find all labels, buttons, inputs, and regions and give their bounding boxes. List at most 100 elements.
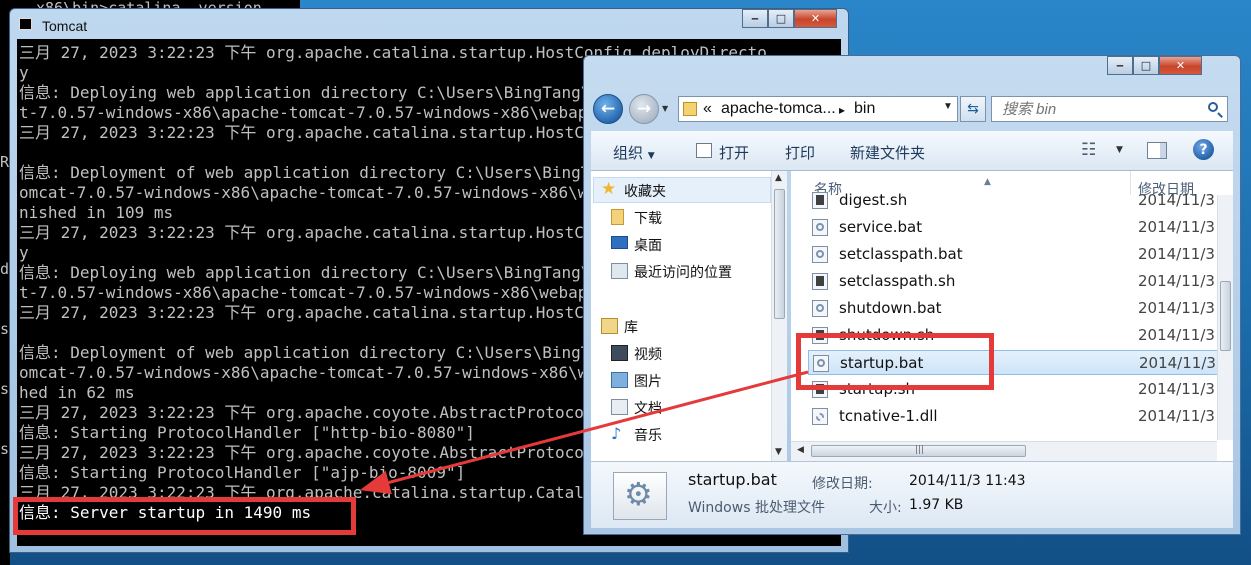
console-line: y — [19, 243, 29, 262]
close-button[interactable]: ✕ — [794, 9, 837, 28]
downloads-folder-icon — [611, 209, 624, 225]
nav-item-music[interactable]: ♪ 音乐 — [611, 424, 662, 445]
file-name: setclasspath.bat — [839, 245, 963, 263]
console-titlebar[interactable]: Tomcat — [10, 9, 848, 39]
file-vertical-scrollbar[interactable] — [1217, 195, 1233, 440]
nav-item-label: 音乐 — [634, 428, 662, 444]
view-dropdown-icon[interactable]: ▼ — [1116, 145, 1123, 155]
file-name: service.bat — [839, 218, 923, 236]
nav-scrollbar[interactable]: ▲ ▼ — [771, 171, 787, 461]
maximize-button[interactable]: □ — [768, 9, 794, 28]
console-line: 信息: Starting ProtocolHandler ["http-bio-… — [19, 423, 475, 442]
background-console-letter: s — [0, 380, 10, 398]
breadcrumb-bin[interactable]: bin — [854, 100, 875, 118]
navigation-pane: ★ 收藏夹 下载 桌面 最近访问的位置 库 视频 图片 文档 ♪ 音乐 ▲ ▼ — [591, 171, 787, 461]
console-line: 信息: Starting ProtocolHandler ["ajp-bio-8… — [19, 463, 466, 482]
breadcrumb-overflow[interactable]: « — [703, 100, 712, 118]
batch-file-icon — [812, 219, 828, 236]
refresh-button[interactable]: ⇆ — [960, 96, 986, 122]
open-button[interactable]: 打开 — [719, 142, 749, 163]
details-pane: startup.bat Windows 批处理文件 修改日期: 2014/11/… — [591, 461, 1233, 528]
background-console-letter: R — [0, 153, 10, 171]
search-input[interactable] — [992, 97, 1202, 121]
file-horizontal-scrollbar[interactable]: ◀ ||| — [791, 441, 1217, 461]
recent-pages-chevron-icon[interactable]: ▼ — [662, 104, 668, 113]
minimize-button[interactable]: ‒ — [742, 9, 768, 28]
nav-item-documents[interactable]: 文档 — [611, 398, 662, 418]
address-dropdown-icon[interactable]: ▼ — [943, 101, 953, 112]
new-folder-button[interactable]: 新建文件夹 — [850, 142, 925, 163]
organize-label: 组织 — [613, 144, 644, 162]
nav-item-favorites[interactable]: ★ 收藏夹 — [601, 179, 666, 201]
dll-file-icon — [812, 408, 828, 425]
star-icon: ★ — [601, 179, 617, 199]
documents-icon — [611, 399, 628, 415]
address-bar[interactable]: « apache-tomca... ▸ bin ▼ — [678, 96, 958, 122]
print-button[interactable]: 打印 — [785, 142, 815, 163]
file-row[interactable]: digest.sh 2014/11/3 — [808, 188, 1218, 213]
console-line: 三月 27, 2023 3:22:23 下午 org.apache.coyote… — [19, 403, 652, 422]
nav-item-downloads[interactable]: 下载 — [611, 208, 662, 228]
batch-file-icon — [812, 300, 828, 317]
detail-modified-value: 2014/11/3 11:43 — [909, 473, 1026, 489]
file-name: tcnative-1.dll — [839, 407, 938, 425]
nav-item-label: 最近访问的位置 — [634, 265, 732, 281]
forward-button[interactable]: → — [629, 94, 659, 124]
explorer-window-controls: ‒ □ ✕ — [1107, 56, 1202, 76]
file-date: 2014/11/3 — [1138, 272, 1215, 290]
close-button[interactable]: ✕ — [1159, 56, 1202, 75]
file-name: digest.sh — [839, 191, 908, 209]
file-row[interactable]: tcnative-1.dll 2014/11/3 — [808, 404, 1218, 429]
console-title: Tomcat — [42, 18, 88, 34]
open-icon — [696, 143, 712, 158]
back-button[interactable]: ← — [593, 94, 623, 124]
help-icon[interactable]: ? — [1193, 139, 1214, 160]
scroll-down-icon[interactable]: ▼ — [775, 447, 782, 457]
breadcrumb-apache-tomcat[interactable]: apache-tomca... — [721, 100, 836, 118]
nav-item-label: 文档 — [634, 401, 662, 417]
organize-menu[interactable]: 组织 ▼ — [613, 142, 655, 163]
nav-item-libraries[interactable]: 库 — [601, 317, 638, 337]
music-icon: ♪ — [611, 424, 622, 443]
preview-pane-icon[interactable] — [1147, 142, 1167, 159]
file-horizontal-scroll-thumb[interactable]: ||| — [811, 445, 1026, 457]
console-window-controls: ‒ □ ✕ — [742, 9, 837, 29]
batch-file-icon — [812, 246, 828, 263]
file-row[interactable]: shutdown.bat 2014/11/3 — [808, 296, 1218, 321]
file-list-pane: 名称 ▲ 修改日期 digest.sh 2014/11/3 service.bat 2… — [791, 171, 1233, 461]
script-file-icon — [812, 192, 828, 209]
console-line: y — [19, 63, 29, 82]
explorer-window[interactable]: ‒ □ ✕ ← → ▼ « apache-tomca... ▸ bin ▼ ⇆ … — [583, 55, 1241, 535]
nav-item-label: 收藏夹 — [624, 184, 666, 200]
maximize-button[interactable]: □ — [1133, 56, 1159, 75]
search-box[interactable] — [991, 96, 1228, 122]
minimize-button[interactable]: ‒ — [1107, 56, 1133, 75]
console-line: t-7.0.57-windows-x86\apache-tomcat-7.0.5… — [19, 103, 655, 122]
file-row[interactable]: service.bat 2014/11/3 — [808, 215, 1218, 240]
nav-item-videos[interactable]: 视频 — [611, 344, 662, 364]
pictures-icon — [611, 372, 628, 388]
breadcrumb-separator[interactable]: ▸ — [839, 103, 845, 117]
libraries-icon — [601, 318, 618, 334]
script-file-icon — [812, 273, 828, 290]
nav-selection — [593, 177, 771, 203]
scroll-up-icon[interactable]: ▲ — [775, 173, 782, 183]
nav-item-label: 图片 — [634, 374, 662, 390]
file-row[interactable]: setclasspath.bat 2014/11/3 — [808, 242, 1218, 267]
scroll-left-icon[interactable]: ◀ — [797, 445, 804, 455]
nav-item-recent[interactable]: 最近访问的位置 — [611, 262, 732, 282]
recent-places-icon — [611, 263, 628, 279]
nav-item-label: 库 — [624, 320, 638, 336]
file-vertical-scroll-thumb[interactable] — [1220, 281, 1231, 351]
nav-scroll-thumb[interactable] — [774, 189, 785, 319]
nav-item-desktop[interactable]: 桌面 — [611, 235, 662, 255]
sort-ascending-icon: ▲ — [984, 177, 991, 187]
console-line: 三月 27, 2023 3:22:23 下午 org.apache.coyote… — [19, 443, 652, 462]
file-date: 2014/11/3 — [1138, 218, 1215, 236]
file-row[interactable]: setclasspath.sh 2014/11/3 — [808, 269, 1218, 294]
console-line: hed in 62 ms — [19, 383, 135, 402]
view-options-icon[interactable]: ☷ — [1081, 140, 1096, 160]
videos-icon — [611, 345, 628, 361]
search-icon[interactable] — [1208, 102, 1218, 112]
nav-item-pictures[interactable]: 图片 — [611, 371, 662, 391]
